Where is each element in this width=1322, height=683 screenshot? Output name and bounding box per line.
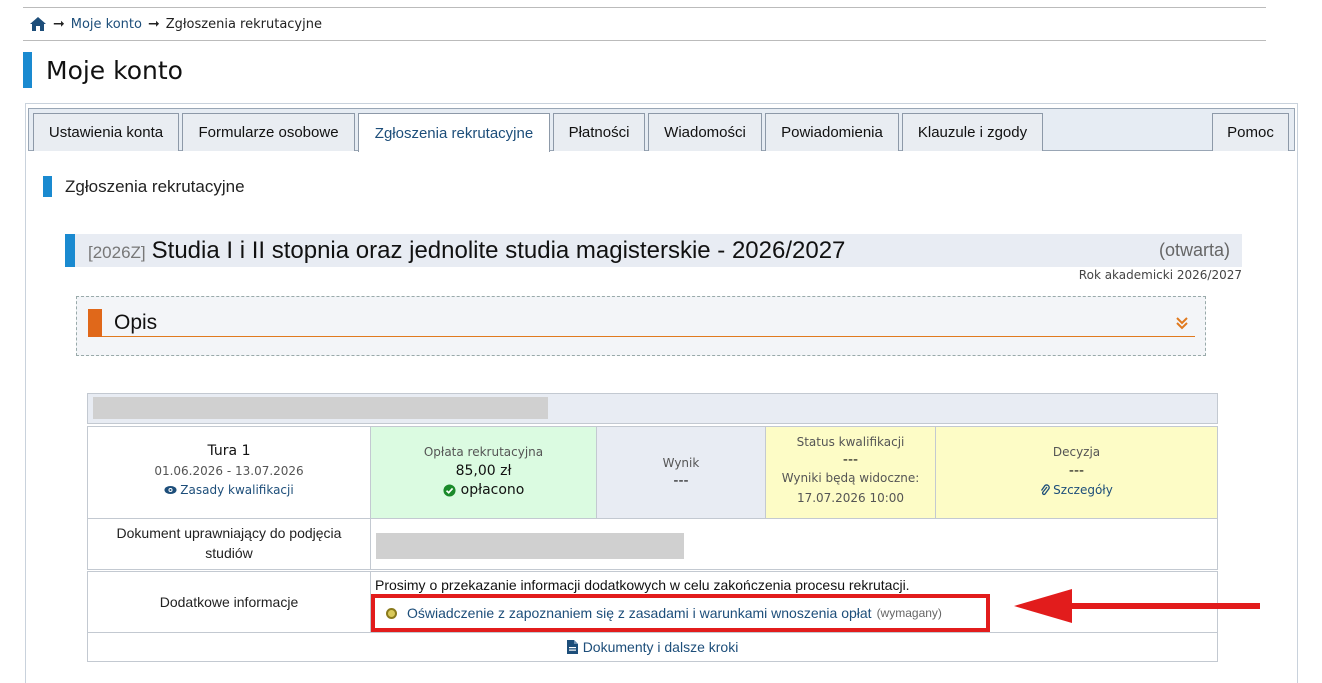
dokumenty-link[interactable]: Dokumenty i dalsze kroki [566,639,739,655]
zasady-kwalifikacji-label: Zasady kwalifikacji [180,483,294,497]
tab-klauzule-i-zgody[interactable]: Klauzule i zgody [902,113,1043,151]
dodatkowe-label: Dodatkowe informacje [159,594,299,610]
wynik-cell: Wynik --- [596,426,766,519]
recruitment-accent-bar [65,234,75,267]
pending-status-icon [386,607,397,619]
zasady-kwalifikacji-link[interactable]: Zasady kwalifikacji [164,483,294,497]
oplata-cell: Opłata rekrutacyjna 85,00 zł opłacono [370,426,597,519]
decyzja-label: Decyzja [1052,445,1101,459]
tab-platnosci[interactable]: Płatności [553,113,645,151]
title-accent-bar [23,52,32,88]
home-icon[interactable] [29,16,47,32]
dokument-label: Dokument uprawniający do podjęcia studió… [116,525,342,561]
tab-zgloszenia-rekrutacyjne[interactable]: Zgłoszenia rekrutacyjne [358,113,550,152]
dokument-label-cell: Dokument uprawniający do podjęcia studió… [87,518,371,570]
section-heading: Zgłoszenia rekrutacyjne [43,176,245,197]
recruitment-code: [2026Z] [88,242,146,262]
recruitment-name: Studia I i II stopnia oraz jednolite stu… [151,236,846,264]
page-title: Moje konto [23,52,183,88]
tab-ustawienia-konta[interactable]: Ustawienia konta [33,113,179,151]
double-chevron-down-icon[interactable] [1175,316,1189,330]
arrow-right-icon: ➞ [147,16,160,32]
wynik-label: Wynik [662,456,700,470]
opis-accent-bar [88,308,102,337]
dokument-value-cell [370,518,1218,570]
annotation-arrow-icon [1014,589,1260,623]
arrow-right-icon: ➞ [53,16,65,32]
recruitment-header: [2026Z] Studia I i II stopnia oraz jedno… [65,234,1242,267]
szczegoly-label: Szczegóły [1053,483,1113,497]
oplata-status: opłacono [371,482,596,498]
tab-wiadomosci[interactable]: Wiadomości [648,113,762,151]
programme-row [87,393,1218,424]
check-circle-icon [443,483,456,497]
tab-formularze-osobowe[interactable]: Formularze osobowe [182,113,355,151]
eye-icon [164,486,177,494]
opis-header[interactable]: Opis [88,308,1195,337]
highlighted-required-item: Oświadczenie z zapoznaniem się z zasadam… [371,594,990,632]
tab-pomoc[interactable]: Pomoc [1212,113,1289,151]
documents-row: Dokumenty i dalsze kroki [87,632,1218,662]
oswiadczenie-link[interactable]: Oświadczenie z zapoznaniem się z zasadam… [407,605,872,621]
oplata-amount: 85,00 zł [455,463,512,479]
redacted-document [376,533,684,559]
breadcrumb-link-moje-konto[interactable]: Moje konto [71,17,142,32]
tura-cell: Tura 1 01.06.2026 - 13.07.2026 Zasady kw… [87,426,371,519]
oplata-label: Opłata rekrutacyjna [423,445,544,459]
wyniki-widoczne-label: Wyniki będą widoczne: [781,471,920,485]
page-title-text: Moje konto [46,55,183,85]
opis-title: Opis [114,310,158,334]
breadcrumb: ➞ Moje konto ➞ Zgłoszenia rekrutacyjne [23,7,1266,41]
breadcrumb-current: Zgłoszenia rekrutacyjne [165,16,322,32]
status-kwalifikacji-cell: Status kwalifikacji --- Wyniki będą wido… [765,426,936,519]
oplata-status-text: opłacono [460,482,525,498]
dodatkowe-label-cell: Dodatkowe informacje [87,571,371,633]
section-title: Zgłoszenia rekrutacyjne [65,176,245,196]
tura-dates: 01.06.2026 - 13.07.2026 [154,464,304,478]
academic-year: Rok akademicki 2026/2027 [1078,268,1242,282]
wyniki-widoczne-date: 17.07.2026 10:00 [796,491,905,505]
document-icon [566,640,578,654]
recruitment-status: (otwarta) [1158,240,1230,260]
status-kwalifikacji-value: --- [842,452,859,468]
dodatkowe-text: Prosimy o przekazanie informacji dodatko… [375,577,910,593]
szczegoly-link[interactable]: Szczegóły [1040,483,1113,497]
tab-powiadomienia[interactable]: Powiadomienia [765,113,899,151]
decyzja-cell: Decyzja --- Szczegóły [935,426,1218,519]
paperclip-icon [1041,484,1050,496]
decyzja-value: --- [1068,463,1085,479]
tura-title: Tura 1 [207,443,251,459]
wynik-value: --- [673,473,689,489]
section-accent-bar [43,176,52,197]
redacted-programme-name [93,397,548,419]
tab-bar: Ustawienia konta Formularze osobowe Zgło… [28,108,1295,152]
opis-section[interactable]: Opis [76,296,1206,356]
status-kwalifikacji-label: Status kwalifikacji [796,435,905,449]
required-note: (wymagany) [876,606,942,620]
dokumenty-label: Dokumenty i dalsze kroki [582,639,739,655]
